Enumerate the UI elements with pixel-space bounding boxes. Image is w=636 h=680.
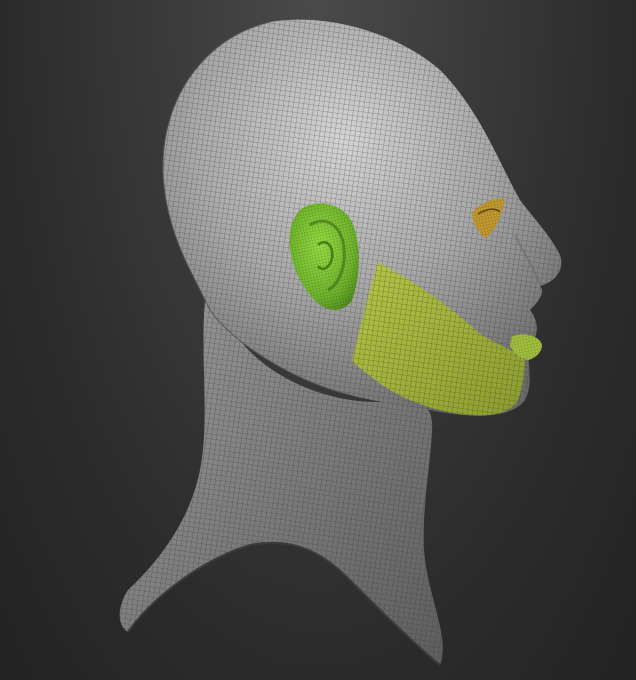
3d-viewport[interactable] — [0, 0, 636, 680]
sculpt-canvas[interactable] — [0, 0, 636, 680]
